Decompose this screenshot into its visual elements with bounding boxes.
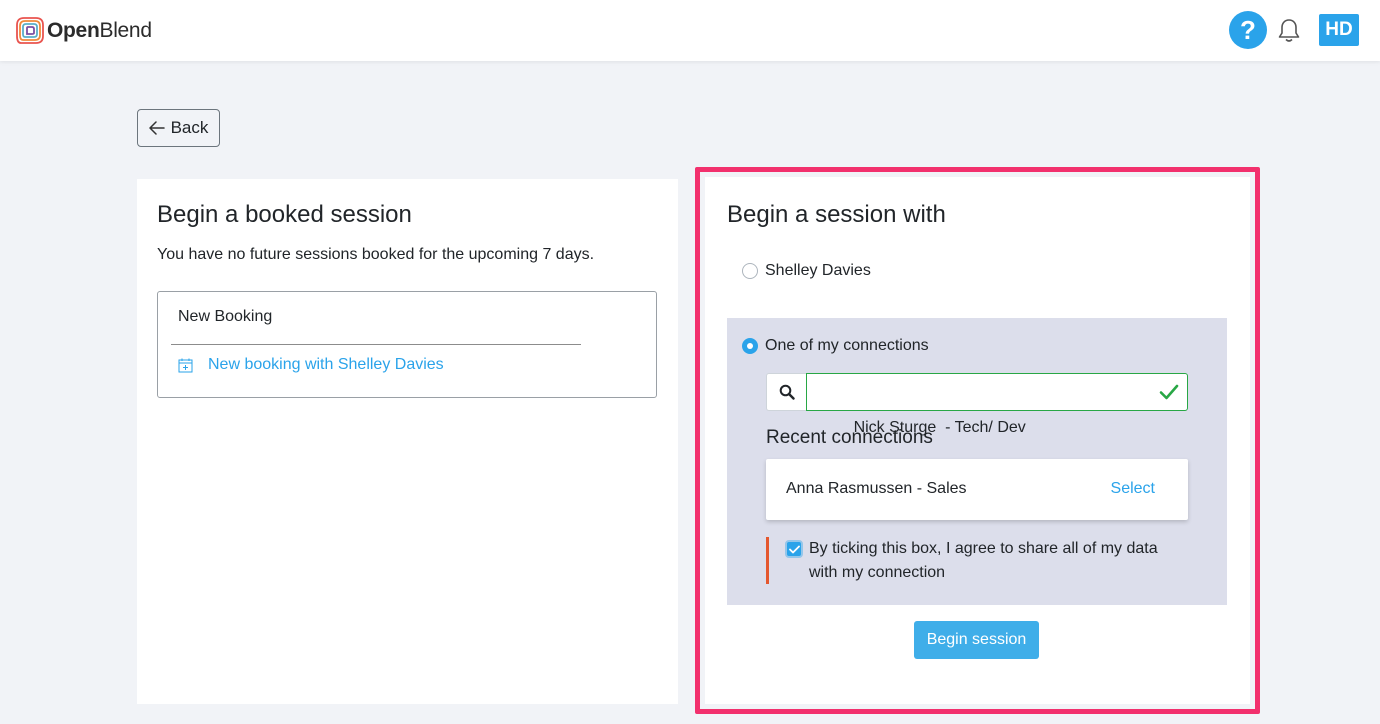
arrow-left-icon (148, 121, 165, 135)
back-label: Back (170, 118, 209, 137)
consent-label: By ticking this box, I agree to share al… (809, 540, 1158, 581)
connection-search-input[interactable]: Nick Sturge - Tech/ Dev (806, 373, 1188, 436)
booked-session-card: Begin a booked session You have no futur… (137, 179, 678, 704)
user-avatar[interactable]: HD (1319, 14, 1359, 46)
begin-session-button[interactable]: Begin session (914, 621, 1039, 659)
connection-search: Nick Sturge - Tech/ Dev (766, 373, 1188, 436)
openblend-logo[interactable]: OpenBlend (15, 16, 152, 46)
divider (171, 344, 581, 345)
option-shelley-davies-label: Shelley Davies (765, 262, 871, 279)
checkmark-icon (788, 545, 800, 553)
no-sessions-message: You have no future sessions booked for t… (157, 246, 595, 263)
radio-shelley-davies[interactable] (742, 263, 758, 279)
connections-panel: One of my connections Nick Sturge - Tech… (727, 318, 1227, 605)
openblend-logo-icon (16, 17, 44, 44)
valid-check-icon (1159, 384, 1179, 400)
connection-name: Anna Rasmussen - Sales (786, 480, 967, 497)
new-booking-link-label: New booking with Shelley Davies (208, 356, 444, 373)
search-icon (779, 384, 795, 400)
new-booking-box: New Booking New booking with Shelley Dav… (157, 291, 657, 398)
recent-connections-title: Recent connections (766, 427, 933, 448)
calendar-plus-icon (178, 358, 193, 372)
booked-session-title: Begin a booked session (157, 201, 412, 228)
select-connection-button[interactable]: Select (1111, 480, 1155, 498)
session-with-title: Begin a session with (727, 201, 946, 228)
search-addon (766, 373, 806, 411)
help-button[interactable]: ? (1229, 11, 1267, 49)
back-button[interactable]: Back (137, 109, 220, 147)
top-navbar: OpenBlend ? HD (0, 0, 1380, 61)
notification-bell-icon[interactable] (1277, 18, 1301, 44)
option-connections-label: One of my connections (765, 337, 929, 354)
new-booking-link[interactable]: New booking with Shelley Davies (178, 356, 444, 374)
consent-checkbox[interactable] (785, 540, 803, 558)
new-booking-title: New Booking (178, 308, 273, 325)
radio-my-connections[interactable] (742, 338, 758, 354)
logo-text: OpenBlend (47, 19, 152, 42)
list-item: Anna Rasmussen - Sales Select (766, 459, 1188, 520)
consent-block: By ticking this box, I agree to share al… (766, 537, 1188, 584)
session-with-card: Begin a session with Shelley Davies One … (705, 177, 1250, 704)
